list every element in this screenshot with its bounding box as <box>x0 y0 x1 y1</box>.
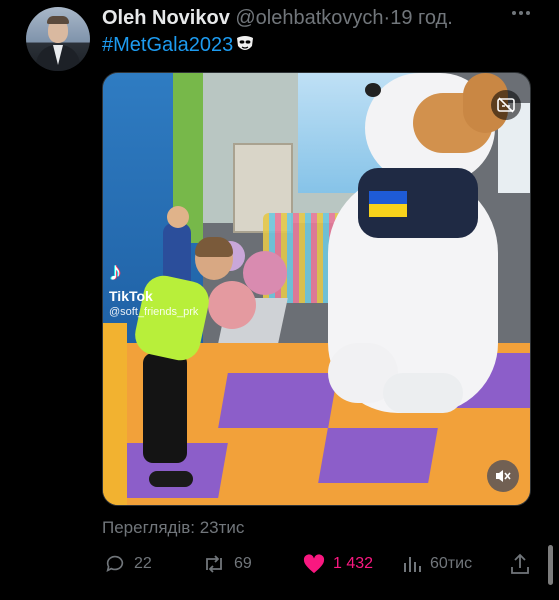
action-bar: 22 69 1 432 60тис <box>0 548 559 580</box>
analytics-button[interactable]: 60тис <box>402 548 472 580</box>
captions-off-icon[interactable] <box>491 90 521 120</box>
retweet-icon <box>206 555 222 573</box>
retweet-button[interactable]: 69 <box>202 548 252 580</box>
tweet-text: #MetGala2023 <box>102 33 255 57</box>
share-button[interactable] <box>510 548 530 580</box>
mask-emoji-icon <box>235 35 255 53</box>
analytics-count: 60тис <box>430 555 473 572</box>
reply-icon <box>106 555 124 572</box>
avatar[interactable] <box>26 7 90 71</box>
author-handle[interactable]: @olehbatkovych <box>235 7 383 29</box>
reply-count: 22 <box>134 555 152 572</box>
like-count: 1 432 <box>333 555 374 572</box>
tiktok-logo-icon: ♪ <box>109 256 122 286</box>
share-icon <box>511 553 529 574</box>
tweet: Oleh Novikov @olehbatkovych·19 год. #Met… <box>0 0 559 600</box>
like-button[interactable]: 1 432 <box>303 548 373 580</box>
tiktok-label: TikTok <box>109 288 153 304</box>
volume-mute-icon[interactable] <box>487 460 519 492</box>
more-options-icon[interactable] <box>510 2 532 24</box>
retweet-count: 69 <box>234 555 252 572</box>
author-name[interactable]: Oleh Novikov <box>102 7 230 29</box>
tiktok-watermark: ♪ TikTok @soft_friends_prk <box>109 258 198 318</box>
tiktok-username: @soft_friends_prk <box>109 306 199 318</box>
tweet-time[interactable]: 19 год. <box>390 7 453 29</box>
analytics-icon <box>404 557 421 572</box>
scrollbar[interactable] <box>548 545 553 585</box>
tweet-header: Oleh Novikov @olehbatkovych·19 год. <box>102 6 453 30</box>
video-player[interactable]: ♪ TikTok @soft_friends_prk <box>102 72 531 506</box>
views-count: Переглядів: 23тис <box>102 518 245 537</box>
reply-button[interactable]: 22 <box>104 548 152 580</box>
hashtag-link[interactable]: #MetGala2023 <box>102 34 233 56</box>
heart-icon <box>303 554 325 574</box>
